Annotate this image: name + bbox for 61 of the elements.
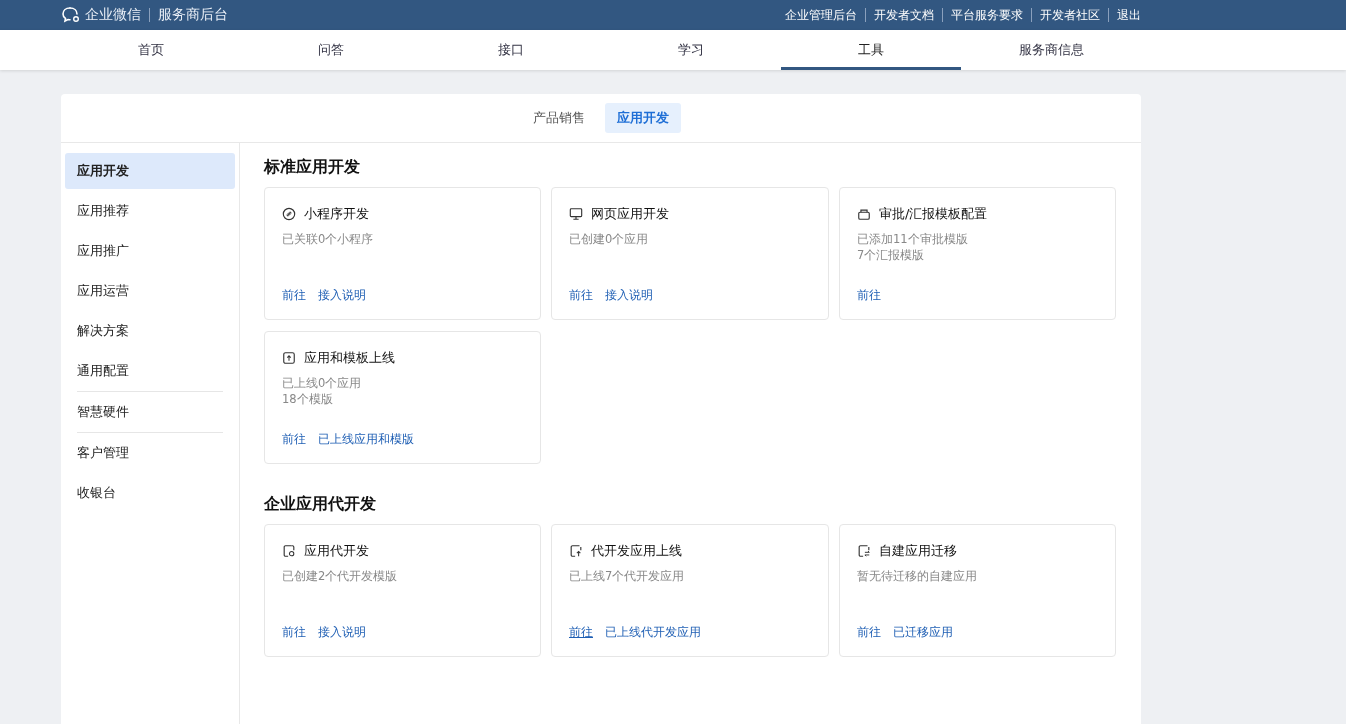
card-link[interactable]: 已迁移应用 [893, 625, 953, 640]
nav-tab[interactable]: 服务商信息 [961, 30, 1141, 70]
header-link[interactable]: 企业管理后台 [785, 6, 857, 24]
nav-tab[interactable]: 工具 [781, 30, 961, 70]
document-gear-icon [282, 544, 296, 558]
document-swap-icon [857, 544, 871, 558]
header-link[interactable]: 开发者社区 [1040, 6, 1100, 24]
sidebar-item[interactable]: 通用配置 [65, 353, 235, 389]
card-title: 自建应用迁移 [879, 542, 957, 560]
section-title: 标准应用开发 [264, 157, 361, 178]
card-title: 代开发应用上线 [591, 542, 682, 560]
card-title: 应用代开发 [304, 542, 369, 560]
card-description: 已添加11个审批模版 7个汇报模版 [857, 231, 969, 263]
chat-logo-icon [61, 6, 81, 24]
header-link[interactable]: 平台服务要求 [951, 6, 1023, 24]
sidebar-item[interactable]: 应用运营 [65, 273, 235, 309]
brand-name: 企业微信 [85, 6, 141, 24]
sidebar-item[interactable]: 收银台 [65, 475, 235, 511]
sidebar-item[interactable]: 应用推广 [65, 233, 235, 269]
nav-tab[interactable]: 问答 [241, 30, 421, 70]
card-description: 已关联0个小程序 [282, 231, 375, 247]
card-link[interactable]: 前往 [857, 625, 881, 640]
upload-icon [282, 351, 296, 365]
card-link[interactable]: 前往 [569, 625, 593, 640]
card-link[interactable]: 接入说明 [318, 625, 366, 640]
card-description: 已上线7个代开发应用 [569, 568, 686, 584]
section-title: 企业应用代开发 [264, 494, 377, 515]
header-link[interactable]: 开发者文档 [874, 6, 934, 24]
card-link[interactable]: 前往 [282, 625, 306, 640]
document-upload-icon [569, 544, 583, 558]
link-icon [282, 207, 296, 221]
tray-icon [857, 207, 871, 221]
sub-tab[interactable]: 产品销售 [521, 103, 597, 133]
sidebar-item[interactable]: 客户管理 [65, 435, 235, 471]
card-title: 审批/汇报模板配置 [879, 205, 988, 223]
portal-title: 服务商后台 [158, 6, 228, 24]
card-description: 已上线0个应用 18个模版 [282, 375, 363, 407]
card-link[interactable]: 已上线应用和模版 [318, 432, 414, 447]
nav-tab[interactable]: 接口 [421, 30, 601, 70]
card-title: 小程序开发 [304, 205, 369, 223]
monitor-icon [569, 207, 583, 221]
sidebar-item[interactable]: 解决方案 [65, 313, 235, 349]
card-link[interactable]: 前往 [282, 288, 306, 303]
card-title: 网页应用开发 [591, 205, 669, 223]
sidebar-item[interactable]: 智慧硬件 [65, 394, 235, 430]
sidebar-item[interactable]: 应用开发 [65, 153, 235, 189]
sidebar-item[interactable]: 应用推荐 [65, 193, 235, 229]
nav-tab[interactable]: 首页 [61, 30, 241, 70]
header-link[interactable]: 退出 [1117, 6, 1141, 24]
card-title: 应用和模板上线 [304, 349, 395, 367]
card-link[interactable]: 前往 [569, 288, 593, 303]
card-link[interactable]: 接入说明 [605, 288, 653, 303]
nav-tab[interactable]: 学习 [601, 30, 781, 70]
card-description: 已创建0个应用 [569, 231, 650, 247]
card-link[interactable]: 已上线代开发应用 [605, 625, 701, 640]
card-link[interactable]: 前往 [282, 432, 306, 447]
sub-tab[interactable]: 应用开发 [605, 103, 681, 133]
card-link[interactable]: 接入说明 [318, 288, 366, 303]
card-description: 暂无待迁移的自建应用 [857, 568, 978, 584]
card-link[interactable]: 前往 [857, 288, 881, 303]
card-description: 已创建2个代开发模版 [282, 568, 399, 584]
